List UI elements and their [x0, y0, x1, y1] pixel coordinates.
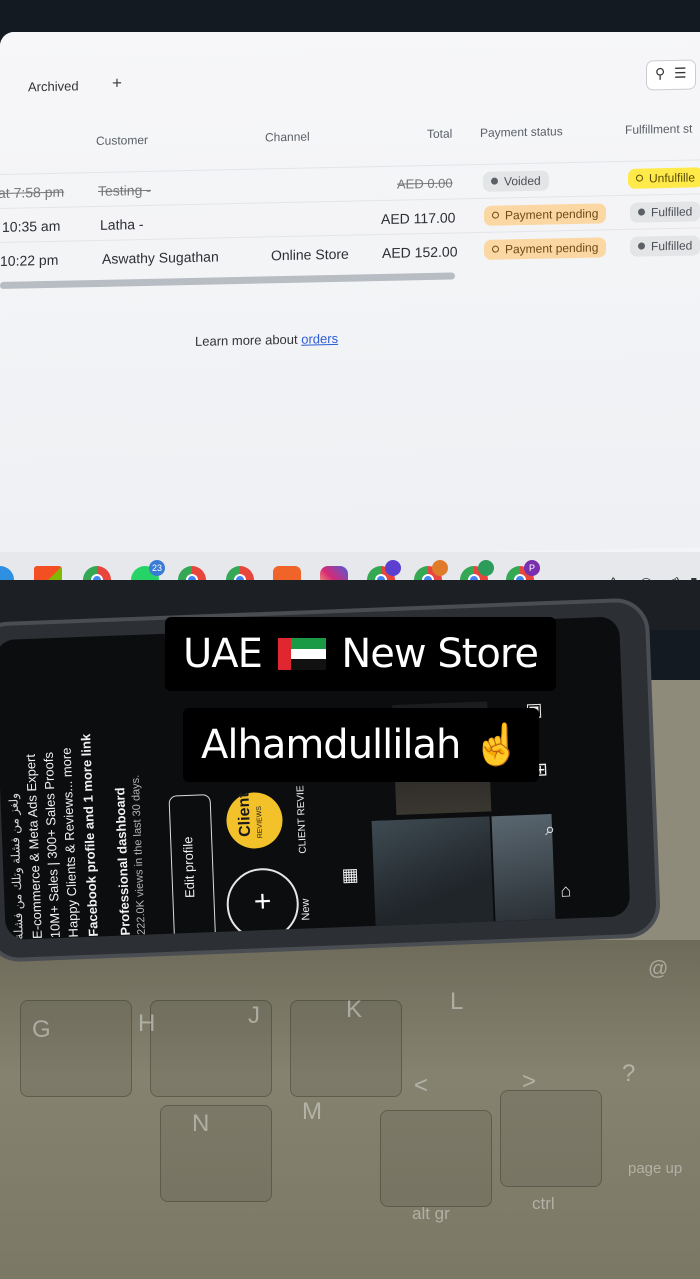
order-total: AED 117.00 [381, 209, 456, 228]
new-highlight-button[interactable]: + [225, 866, 301, 941]
search-filter-button[interactable]: ⚲ ☰ [646, 59, 696, 91]
bio-line-3[interactable]: Happy Clients & Reviews... more [59, 747, 81, 937]
key-greater-than: > [522, 1068, 537, 1095]
column-payment-status[interactable]: Payment status [480, 124, 563, 140]
key-ctrl: ctrl [532, 1194, 555, 1213]
caption-1-text-after: New Store [341, 631, 539, 677]
order-date: at 7:58 pm [0, 183, 65, 202]
fulfillment-status-badge: Fulfilled [630, 201, 700, 223]
key-j: J [248, 1002, 260, 1029]
key-g: G [32, 1016, 51, 1043]
key-question: ? [622, 1060, 636, 1087]
key-less-than: < [414, 1072, 429, 1099]
keyboard: G H J K L N M < > ? @ alt gr ctrl page u… [0, 940, 700, 1279]
profile-badge: P [524, 560, 540, 576]
order-date: 10:35 am [2, 217, 61, 235]
dashboard-subtitle: 222.0K views in the last 30 days. [129, 774, 148, 936]
uae-flag-icon [277, 638, 326, 670]
client-label: Client [235, 792, 255, 838]
whatsapp-badge: 23 [148, 560, 165, 576]
order-customer: Aswathy Sugathan [102, 248, 219, 267]
key-n: N [192, 1110, 210, 1137]
key-h: H [138, 1010, 156, 1037]
keycap [20, 1000, 132, 1097]
tab-archived[interactable]: Archived [28, 78, 79, 94]
keycap [380, 1110, 492, 1207]
fulfillment-status-badge: Unfulfille [628, 167, 700, 189]
column-channel[interactable]: Channel [265, 130, 310, 145]
order-total: AED 0.00 [397, 175, 453, 192]
highlight-label: CLIENT REVIE [295, 785, 309, 854]
grid-icon[interactable]: ▦ [341, 864, 359, 886]
key-m: M [302, 1098, 322, 1125]
monitor-screen: Archived + ⚲ ☰ Customer Channel Total Pa… [0, 32, 700, 607]
key-page-up: page up [628, 1160, 683, 1177]
edit-profile-label: Edit profile [180, 836, 198, 899]
column-total[interactable]: Total [427, 127, 452, 142]
order-date: 10:22 pm [0, 251, 59, 269]
bio-arabic: ولغز من فشلة وتلك من فشلة [6, 792, 26, 940]
story-caption-1: UAE New Store [165, 617, 557, 691]
bio-link[interactable]: Facebook profile and 1 more link [78, 734, 101, 937]
key-l: L [450, 988, 464, 1015]
orders-table-header: Customer Channel Total Payment status Fu… [0, 113, 700, 156]
client-reviews-highlight[interactable]: Client REVIEWS [225, 791, 284, 850]
caption-1-text-before: UAE [183, 631, 263, 677]
home-icon[interactable]: ⌂ [560, 880, 572, 901]
payment-status-badge: Voided [483, 170, 549, 192]
keycap [500, 1090, 602, 1187]
payment-status-badge: Payment pending [484, 237, 607, 260]
profile-badge [385, 560, 401, 576]
shopify-orders-page: Archived + ⚲ ☰ Customer Channel Total Pa… [0, 32, 700, 562]
profile-badge [432, 560, 448, 576]
caption-2-text: Alhamdullilah [201, 722, 461, 768]
fulfillment-status-badge: Fulfilled [630, 235, 700, 257]
orders-help-link[interactable]: orders [301, 331, 338, 347]
learn-more-text: Learn more about orders [195, 330, 339, 349]
post-thumbnail[interactable] [371, 816, 494, 926]
add-view-button[interactable]: + [112, 73, 122, 93]
story-caption-2: Alhamdullilah ☝️ [183, 708, 539, 782]
order-total: AED 152.00 [382, 243, 458, 261]
column-customer[interactable]: Customer [96, 133, 148, 148]
pointing-up-icon: ☝️ [472, 722, 522, 768]
profile-badge [478, 560, 494, 576]
search-icon: ⚲ [655, 65, 666, 82]
payment-status-badge: Payment pending [484, 203, 607, 226]
order-channel: Online Store [271, 245, 349, 264]
order-customer: Testing - [98, 181, 151, 199]
key-at: @ [648, 958, 669, 980]
keycap [160, 1105, 272, 1202]
order-customer: Latha - [100, 215, 144, 233]
dashboard-title[interactable]: Professional dashboard [112, 787, 133, 936]
key-k: K [346, 996, 363, 1023]
search-icon[interactable]: ⌕ [545, 819, 556, 840]
filter-icon: ☰ [674, 64, 687, 81]
new-highlight-label: New [299, 898, 313, 921]
orders-tab-bar: Archived + ⚲ ☰ [0, 57, 700, 106]
column-fulfillment-status[interactable]: Fulfillment st [625, 121, 692, 136]
client-sub-label: REVIEWS [255, 805, 265, 839]
key-alt-gr: alt gr [412, 1204, 450, 1223]
